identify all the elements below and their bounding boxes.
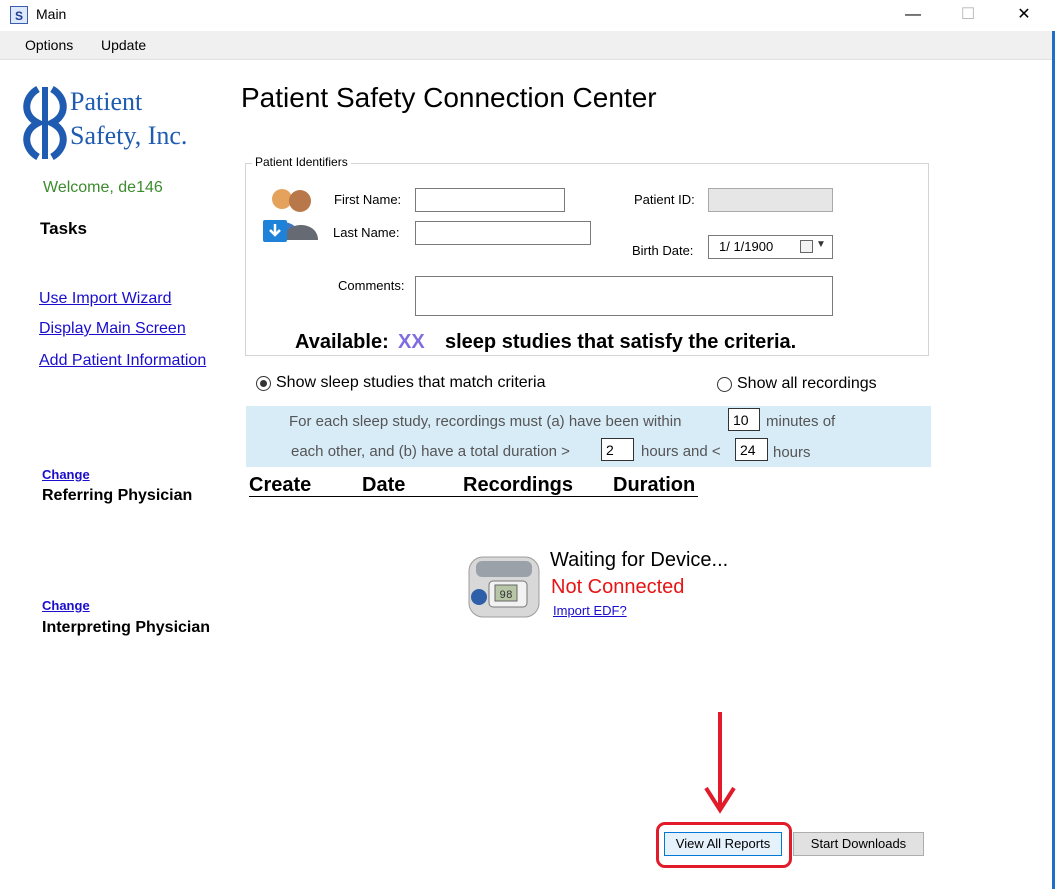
column-date[interactable]: Date bbox=[362, 474, 405, 497]
first-name-input[interactable] bbox=[415, 188, 565, 212]
change-interpreting-physician-link[interactable]: Change bbox=[42, 598, 90, 613]
criteria-text-3: each other, and (b) have a total duratio… bbox=[291, 443, 570, 460]
display-main-screen-link[interactable]: Display Main Screen bbox=[39, 320, 186, 338]
max-hours-input[interactable] bbox=[735, 438, 768, 461]
criteria-text-5: hours bbox=[773, 444, 811, 461]
tasks-heading: Tasks bbox=[40, 219, 87, 238]
waiting-for-device-text: Waiting for Device... bbox=[550, 549, 729, 571]
column-recordings[interactable]: Recordings bbox=[463, 474, 573, 497]
use-import-wizard-link[interactable]: Use Import Wizard bbox=[39, 290, 171, 308]
view-all-reports-button[interactable]: View All Reports bbox=[664, 832, 782, 856]
criteria-text-4: hours and < bbox=[641, 443, 721, 460]
group-label: Patient Identifiers bbox=[252, 155, 351, 169]
connection-status: Not Connected bbox=[551, 576, 685, 598]
chevron-down-icon[interactable]: ▼ bbox=[816, 239, 826, 250]
calendar-icon[interactable] bbox=[800, 240, 813, 253]
birth-date-value: 1/ 1/1900 bbox=[719, 239, 774, 254]
referring-physician-label: Referring Physician bbox=[42, 487, 193, 504]
last-name-input[interactable] bbox=[415, 221, 591, 245]
last-name-label: Last Name: bbox=[333, 225, 400, 240]
patient-id-label: Patient ID: bbox=[634, 192, 695, 207]
available-label: Available: bbox=[295, 331, 389, 353]
logo-text-line1: Patient bbox=[70, 87, 143, 116]
match-criteria-radio-label[interactable]: Show sleep studies that match criteria bbox=[276, 374, 545, 392]
criteria-text-2: minutes of bbox=[766, 413, 836, 430]
patients-icon bbox=[263, 189, 318, 242]
change-referring-physician-link[interactable]: Change bbox=[42, 467, 90, 482]
column-header-rule bbox=[249, 496, 698, 497]
window-title: Main bbox=[36, 6, 67, 22]
minimize-button[interactable]: — bbox=[890, 0, 936, 30]
sleep-device-icon: 98 bbox=[468, 556, 540, 618]
interpreting-physician-label: Interpreting Physician bbox=[42, 619, 211, 636]
menu-update[interactable]: Update bbox=[101, 37, 146, 53]
close-button[interactable]: ✕ bbox=[1001, 0, 1047, 30]
welcome-text: Welcome, de146 bbox=[43, 179, 163, 196]
maximize-button[interactable]: ☐ bbox=[945, 0, 991, 30]
criteria-text-1: For each sleep study, recordings must (a… bbox=[289, 413, 682, 430]
add-patient-information-link[interactable]: Add Patient Information bbox=[39, 352, 206, 370]
annotation-arrow-icon bbox=[704, 712, 736, 814]
import-edf-link[interactable]: Import EDF? bbox=[553, 603, 627, 618]
available-count: XX bbox=[398, 331, 425, 353]
menu-options[interactable]: Options bbox=[25, 37, 73, 53]
page-title: Patient Safety Connection Center bbox=[241, 82, 657, 113]
comments-label: Comments: bbox=[338, 278, 405, 293]
within-minutes-input[interactable] bbox=[728, 408, 760, 431]
column-duration[interactable]: Duration bbox=[613, 474, 695, 497]
menu-bar bbox=[0, 31, 1055, 60]
patient-id-input[interactable] bbox=[708, 188, 833, 212]
match-criteria-radio[interactable] bbox=[256, 376, 271, 391]
column-create[interactable]: Create bbox=[249, 474, 311, 497]
app-icon: S bbox=[10, 6, 28, 24]
start-downloads-button[interactable]: Start Downloads bbox=[793, 832, 924, 856]
logo-text-line2: Safety, Inc. bbox=[70, 121, 188, 150]
available-description: sleep studies that satisfy the criteria. bbox=[445, 331, 797, 353]
all-recordings-radio-label[interactable]: Show all recordings bbox=[737, 375, 877, 393]
comments-input[interactable] bbox=[415, 276, 833, 316]
all-recordings-radio[interactable] bbox=[717, 377, 732, 392]
min-hours-input[interactable] bbox=[601, 438, 634, 461]
first-name-label: First Name: bbox=[334, 192, 402, 207]
birth-date-label: Birth Date: bbox=[632, 243, 694, 258]
device-screen-reading: 98 bbox=[499, 590, 512, 602]
